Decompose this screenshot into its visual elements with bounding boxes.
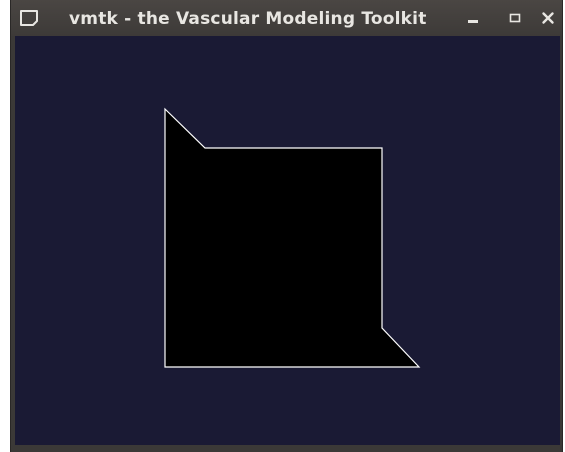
minimize-icon[interactable]	[465, 10, 481, 26]
window-title: vmtk - the Vascular Modeling Toolkit	[69, 9, 427, 29]
title-bar[interactable]: vmtk - the Vascular Modeling Toolkit	[11, 0, 562, 36]
app-window: vmtk - the Vascular Modeling Toolkit	[10, 0, 563, 452]
window-menu-icon[interactable]	[19, 9, 39, 27]
rendered-polygon-shape	[164, 107, 421, 368]
close-icon[interactable]	[540, 10, 556, 26]
render-viewport[interactable]	[15, 36, 560, 445]
maximize-icon[interactable]	[507, 10, 523, 26]
rendered-scene[interactable]	[15, 36, 560, 445]
window-bottom-border	[11, 445, 562, 452]
